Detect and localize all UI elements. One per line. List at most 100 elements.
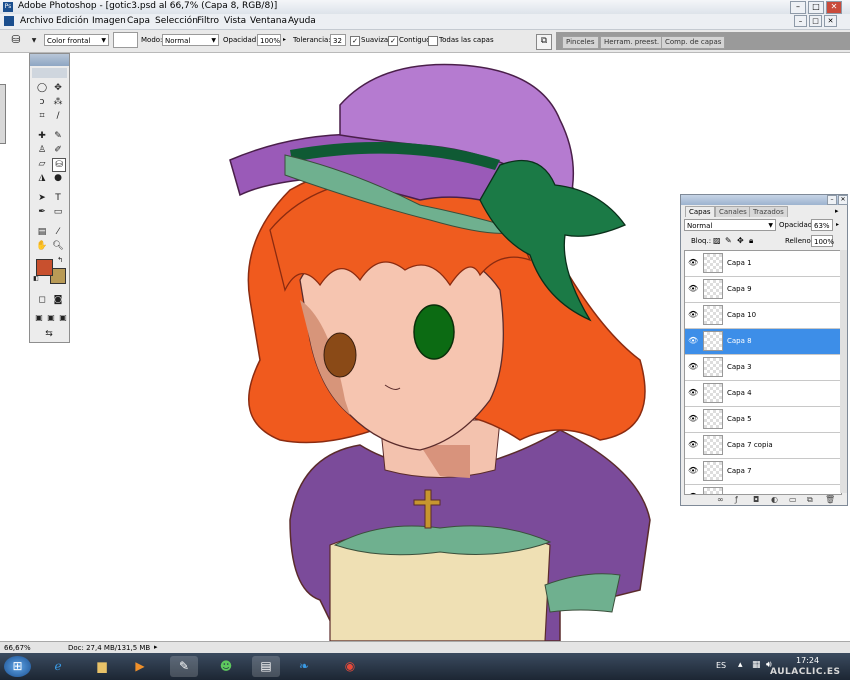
layer-row[interactable]: 👁︎ Capa 3 — [685, 355, 841, 381]
eyedropper-icon[interactable]: ⁄ — [52, 226, 64, 238]
zoom-level[interactable]: 66,67% — [4, 644, 31, 652]
screen-mode-2-icon[interactable]: ▣ — [45, 312, 57, 324]
ps-menu-icon[interactable] — [4, 16, 14, 26]
all-layers-checkbox[interactable] — [428, 36, 438, 46]
maximize-button[interactable]: □ — [808, 1, 824, 14]
jump-to-imageready-icon[interactable]: ⇆ — [36, 328, 62, 340]
standard-mode-icon[interactable]: ◻ — [36, 294, 48, 306]
tab-capas[interactable]: Capas — [685, 206, 715, 217]
adobe-feather-logo[interactable] — [32, 68, 67, 78]
dock-tab-comp-capas[interactable]: Comp. de capas — [661, 36, 726, 49]
visibility-eye-icon[interactable]: 👁︎ — [688, 414, 698, 423]
dodge-tool-icon[interactable]: ● — [52, 172, 64, 184]
language-indicator[interactable]: ES — [716, 661, 726, 670]
status-arrow-icon[interactable]: ▸ — [154, 643, 158, 651]
opacity-slider-arrow-icon[interactable]: ▸ — [836, 221, 839, 228]
path-selection-icon[interactable]: ➤ — [36, 192, 48, 204]
lock-pixels-icon[interactable]: ✎ — [725, 236, 732, 245]
panel-menu-icon[interactable]: ▸ — [835, 207, 839, 215]
opacity-arrow-icon[interactable]: ▸ — [283, 36, 286, 43]
lock-transparency-icon[interactable]: ▨ — [713, 236, 721, 245]
menu-seleccion[interactable]: Selección — [155, 16, 198, 26]
close-button[interactable]: ✕ — [826, 1, 842, 14]
adjustment-layer-icon[interactable]: ◐ — [771, 494, 778, 505]
layer-row[interactable]: 👁︎ Capa 7 — [685, 459, 841, 485]
swap-colors-icon[interactable]: ↰ — [56, 256, 64, 264]
visibility-eye-icon[interactable]: 👁︎ — [688, 362, 698, 371]
layer-row[interactable]: 👁︎ Capa 5 — [685, 407, 841, 433]
network-icon[interactable]: ▦ — [752, 660, 761, 670]
quickmask-mode-icon[interactable]: ◙ — [52, 294, 64, 306]
zoom-tool-icon[interactable]: 🔍︎ — [52, 240, 64, 252]
visibility-eye-icon[interactable]: 👁︎ — [688, 440, 698, 449]
layer-style-icon[interactable]: ƒ — [735, 494, 738, 505]
link-layers-icon[interactable]: ∞ — [717, 494, 724, 505]
doc-size[interactable]: Doc: 27,4 MB/131,5 MB — [68, 644, 150, 652]
marquee-tool-icon[interactable]: ◯ — [36, 82, 48, 94]
eraser-tool-icon[interactable]: ▱ — [36, 158, 48, 170]
contiguous-checkbox[interactable]: ✓ — [388, 36, 398, 46]
layer-opacity-input[interactable]: 63% — [811, 219, 833, 231]
menu-imagen[interactable]: Imagen — [92, 16, 126, 26]
paint-bucket-tool-icon[interactable]: ⛁ — [52, 158, 66, 172]
visibility-eye-icon[interactable]: 👁︎ — [688, 388, 698, 397]
crop-tool-icon[interactable]: ⌗ — [36, 110, 48, 122]
explorer-folder-icon[interactable]: ▆ — [88, 656, 116, 677]
layers-panel-header[interactable]: – ✕ — [681, 195, 848, 205]
visibility-eye-icon[interactable]: 👁︎ — [688, 310, 698, 319]
paint-bucket-icon[interactable]: ⛁ — [10, 34, 22, 46]
chrome-icon[interactable]: ◉ — [336, 656, 364, 677]
layer-row[interactable]: 👁︎ Capa 4 — [685, 381, 841, 407]
lock-all-icon[interactable]: 🔒︎ — [749, 236, 753, 246]
tab-canales[interactable]: Canales — [715, 206, 751, 217]
photoshop-icon[interactable]: ✎ — [170, 656, 198, 677]
menu-archivo[interactable]: Archivo — [20, 16, 54, 26]
visibility-eye-icon[interactable]: 👁︎ — [688, 284, 698, 293]
start-orb-icon[interactable]: ⊞ — [4, 656, 31, 677]
magic-wand-icon[interactable]: ⁂ — [52, 96, 64, 108]
fill-input[interactable]: 100% — [811, 235, 834, 247]
opacity-input[interactable]: 100% — [257, 34, 281, 46]
layer-row[interactable]: 👁︎ Capa 7 copia — [685, 433, 841, 459]
pen-tool-icon[interactable]: ✒ — [36, 206, 48, 218]
layer-row[interactable]: 👁︎ Capa 9 — [685, 277, 841, 303]
lasso-tool-icon[interactable]: ↄ — [36, 96, 48, 108]
doc-close-button[interactable]: ✕ — [824, 15, 837, 27]
menu-capa[interactable]: Capa — [127, 16, 150, 26]
mode-select[interactable]: Normal ▼ — [162, 34, 219, 46]
clone-stamp-icon[interactable]: ♙ — [36, 144, 48, 156]
layer-row[interactable]: 👁︎ Capa 10 — [685, 303, 841, 329]
feather-icon[interactable]: ❧ — [290, 656, 318, 677]
messenger-icon[interactable]: ☻ — [212, 656, 240, 677]
brush-tool-icon[interactable]: ✎ — [52, 130, 64, 142]
healing-brush-icon[interactable]: ✚ — [36, 130, 48, 142]
menu-filtro[interactable]: Filtro — [197, 16, 219, 26]
visibility-eye-icon[interactable]: 👁︎ — [688, 336, 698, 345]
dock-tab-herramientas[interactable]: Herram. preest. — [600, 36, 664, 49]
blend-mode-select[interactable]: Normal ▼ — [684, 219, 776, 231]
minimize-button[interactable]: – — [790, 1, 806, 14]
foreground-color-swatch[interactable] — [36, 259, 53, 276]
antialias-checkbox[interactable]: ✓ — [350, 36, 360, 46]
clock-time[interactable]: 17:24 — [796, 656, 819, 665]
menu-ayuda[interactable]: Ayuda — [288, 16, 316, 26]
type-tool-icon[interactable]: T — [52, 192, 64, 204]
delete-layer-icon[interactable]: 🗑︎ — [825, 494, 835, 505]
layer-mask-icon[interactable]: ◘ — [753, 494, 759, 505]
pattern-swatch[interactable] — [113, 32, 138, 48]
dock-tab-pinceles[interactable]: Pinceles — [562, 36, 599, 49]
collapsed-panel-tab[interactable] — [0, 84, 6, 144]
doc-restore-button[interactable]: □ — [809, 15, 822, 27]
hand-tool-icon[interactable]: ✋ — [36, 240, 48, 252]
move-tool-icon[interactable]: ✥ — [52, 82, 64, 94]
file-browser-icon[interactable]: ⧉ — [536, 34, 552, 50]
layer-row[interactable]: 👁︎ Capa 8 — [685, 329, 841, 355]
doc-minimize-button[interactable]: – — [794, 15, 807, 27]
new-layer-icon[interactable]: ⧉ — [807, 494, 813, 505]
shape-tool-icon[interactable]: ▭ — [52, 206, 64, 218]
new-group-icon[interactable]: ▭ — [789, 494, 797, 505]
scanner-icon[interactable]: ▤ — [252, 656, 280, 677]
fill-source-select[interactable]: Color frontal ▼ — [44, 34, 109, 46]
visibility-eye-icon[interactable]: 👁︎ — [688, 258, 698, 267]
visibility-eye-icon[interactable]: 👁︎ — [688, 466, 698, 475]
